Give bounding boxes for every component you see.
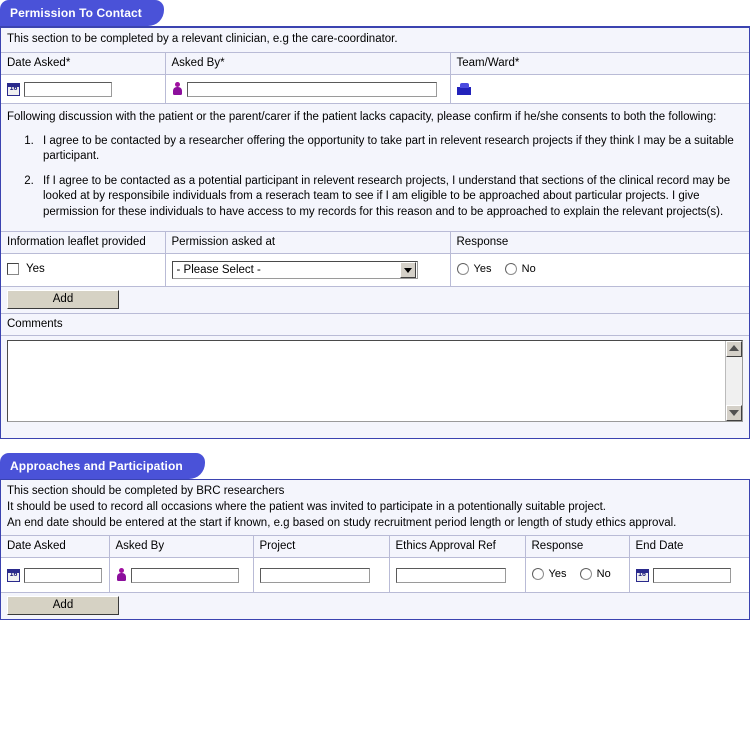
section2-note-3: An end date should be entered at the sta… (7, 517, 677, 529)
cell-approach-end-date (629, 557, 749, 593)
consent-intro: Following discussion with the patient or… (7, 111, 717, 123)
cell-team-ward (450, 74, 749, 104)
permission-add-row: Add (1, 287, 749, 314)
approach-response-yes-option[interactable]: Yes (531, 567, 567, 580)
approach-response-no-option[interactable]: No (579, 567, 611, 580)
header-asked-by: Asked By* (165, 53, 451, 75)
response-no-radio[interactable] (504, 262, 517, 275)
asked-by-input[interactable] (186, 81, 437, 97)
approach-response-yes-label: Yes (548, 567, 567, 580)
permission-table: Information leaflet provided Permission … (1, 232, 749, 287)
section1-footer-spacer (1, 428, 749, 438)
header-approach-project: Project (253, 536, 390, 558)
cell-approach-response: Yes No (525, 557, 630, 593)
section1-tab-strip: Permission To Contact (0, 0, 750, 26)
cell-approach-asked-by (109, 557, 254, 593)
cell-response: Yes No (450, 253, 749, 287)
leaflet-provided-label: Yes (26, 262, 45, 275)
asked-details-table: Date Asked* Asked By* Team/Ward* (1, 53, 749, 104)
section-gap (0, 439, 750, 453)
tab-permission-to-contact[interactable]: Permission To Contact (0, 0, 164, 26)
cell-permission-asked-at: - Please Select - (165, 253, 451, 287)
tab-approaches-and-participation[interactable]: Approaches and Participation (0, 453, 205, 479)
header-information-leaflet: Information leaflet provided (1, 232, 166, 254)
calendar-icon[interactable] (7, 82, 20, 96)
approaches-input-row: Yes No (1, 557, 749, 593)
add-approach-button[interactable]: Add (7, 596, 119, 615)
section1-note: This section to be completed by a releva… (1, 28, 749, 53)
cell-information-leaflet: Yes (1, 253, 166, 287)
comments-textarea[interactable] (7, 340, 743, 422)
approach-response-no-label: No (596, 567, 611, 580)
asked-details-header-row: Date Asked* Asked By* Team/Ward* (1, 53, 749, 75)
approaches-table: Date Asked Asked By Project Ethics Appro… (1, 536, 749, 593)
permission-asked-at-select[interactable]: - Please Select - (171, 261, 418, 279)
approaches-header-row: Date Asked Asked By Project Ethics Appro… (1, 536, 749, 558)
approach-project-input[interactable] (259, 567, 370, 583)
permission-to-contact-form: Permission To Contact This section to be… (0, 0, 750, 620)
cell-asked-by (165, 74, 451, 104)
approach-date-asked-input[interactable] (24, 567, 102, 583)
scroll-up-icon[interactable] (726, 341, 742, 357)
header-team-ward: Team/Ward* (450, 53, 749, 75)
consent-term-2: If I agree to be contacted as a potentia… (37, 174, 741, 221)
header-response: Response (450, 232, 749, 254)
approaches-add-row: Add (1, 593, 749, 619)
permission-input-row: Yes - Please Select - Yes No (1, 253, 749, 287)
add-permission-button[interactable]: Add (7, 290, 119, 309)
cell-approach-ethics-ref (389, 557, 526, 593)
approach-response-yes-radio[interactable] (531, 567, 544, 580)
header-approach-response: Response (525, 536, 630, 558)
approach-asked-by-input[interactable] (130, 567, 239, 583)
approach-response-no-radio[interactable] (579, 567, 592, 580)
permission-header-row: Information leaflet provided Permission … (1, 232, 749, 254)
approach-end-date-input[interactable] (652, 567, 731, 583)
person-icon[interactable] (172, 82, 183, 96)
permission-asked-at-value: - Please Select - (176, 264, 261, 276)
response-no-option[interactable]: No (504, 262, 536, 275)
section2-tab-strip: Approaches and Participation (0, 453, 750, 479)
header-approach-date-asked: Date Asked (1, 536, 110, 558)
header-date-asked: Date Asked* (1, 53, 166, 75)
asked-details-input-row (1, 74, 749, 104)
cell-approach-project (253, 557, 390, 593)
header-permission-asked-at: Permission asked at (165, 232, 451, 254)
comments-area-wrap (1, 336, 749, 428)
response-no-label: No (521, 262, 536, 275)
comments-label: Comments (1, 314, 749, 336)
approach-ethics-ref-input[interactable] (395, 567, 506, 583)
leaflet-provided-checkbox[interactable] (7, 262, 19, 275)
response-yes-option[interactable]: Yes (456, 262, 492, 275)
consent-term-1: I agree to be contacted by a researcher … (37, 134, 741, 165)
chevron-down-icon[interactable] (399, 262, 416, 278)
ward-icon[interactable] (456, 83, 471, 95)
section2-notes: This section should be completed by BRC … (1, 480, 749, 536)
header-approach-end-date: End Date (629, 536, 749, 558)
consent-body: Following discussion with the patient or… (1, 104, 749, 232)
calendar-icon[interactable] (635, 568, 649, 582)
scroll-down-icon[interactable] (726, 405, 742, 421)
header-approach-asked-by: Asked By (109, 536, 254, 558)
consent-terms-list: I agree to be contacted by a researcher … (7, 134, 741, 221)
permission-to-contact-panel: This section to be completed by a releva… (0, 26, 750, 439)
section2-note-1: This section should be completed by BRC … (7, 485, 285, 497)
response-yes-label: Yes (473, 262, 492, 275)
section2-note-2: It should be used to record all occasion… (7, 501, 606, 513)
approaches-panel: This section should be completed by BRC … (0, 479, 750, 620)
person-icon[interactable] (116, 568, 127, 582)
cell-date-asked (1, 74, 166, 104)
calendar-icon[interactable] (7, 568, 20, 582)
comments-scrollbar[interactable] (725, 341, 742, 421)
response-yes-radio[interactable] (456, 262, 469, 275)
cell-approach-date-asked (1, 557, 110, 593)
date-asked-input[interactable] (24, 81, 112, 97)
header-approach-ethics-ref: Ethics Approval Ref (389, 536, 526, 558)
